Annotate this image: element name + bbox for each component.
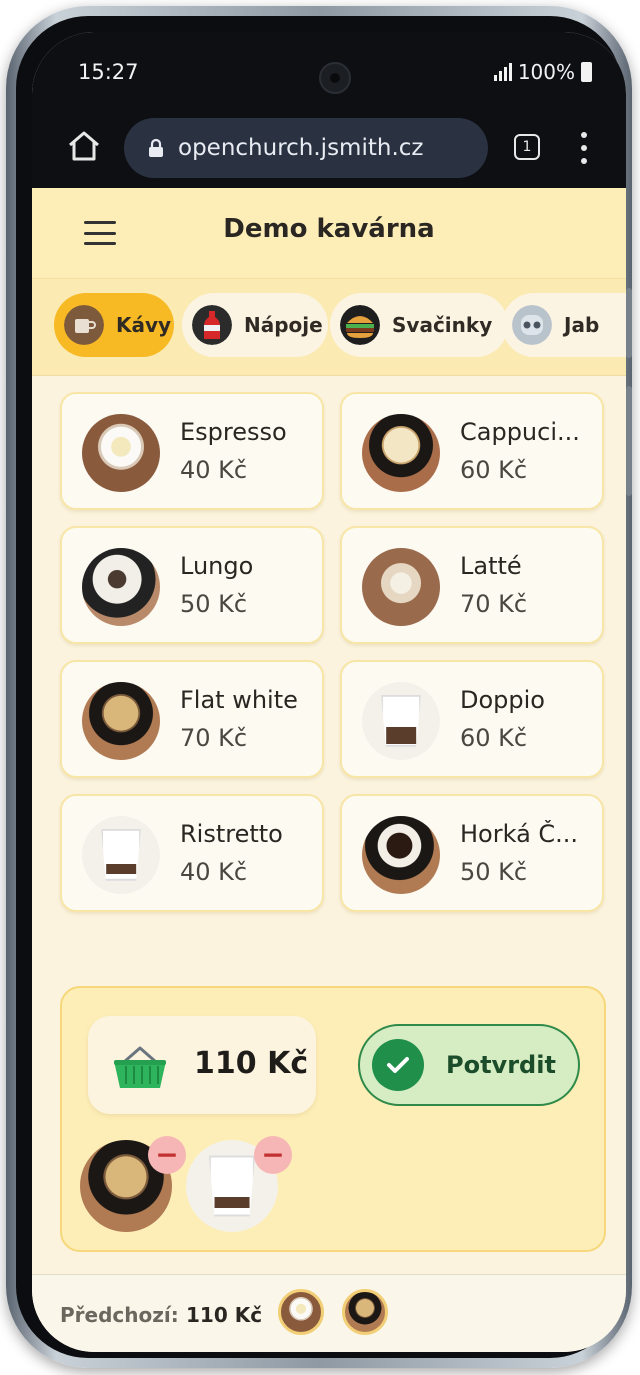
volume-button — [626, 288, 632, 358]
product-name: Ristretto — [180, 820, 283, 848]
cart-total: 110 Kč — [88, 1016, 316, 1114]
power-button — [626, 386, 632, 496]
product-price: 50 Kč — [460, 858, 528, 886]
product-card[interactable]: Latté 70 Kč — [340, 526, 604, 644]
product-card[interactable]: Cappuci... 60 Kč — [340, 392, 604, 510]
flat-white-photo — [82, 682, 160, 760]
product-name: Cappuci... — [460, 418, 580, 446]
checkmark-icon — [372, 1039, 424, 1091]
product-price: 60 Kč — [460, 724, 528, 752]
page-title: Demo kavárna — [223, 214, 435, 244]
doppio-photo — [362, 682, 440, 760]
cart-total-amount: 110 Kč — [194, 1046, 309, 1081]
product-price: 40 Kč — [180, 858, 248, 886]
tab-jab[interactable]: Jab — [502, 293, 626, 357]
latte-photo — [362, 548, 440, 626]
cappuccino-photo — [362, 414, 440, 492]
category-tabs: Kávy Nápoje Svačinky Jab — [32, 278, 626, 376]
previous-item-espresso[interactable] — [278, 1289, 324, 1335]
more-menu-icon[interactable] — [580, 132, 588, 164]
status-bar: 15:27 100% — [32, 32, 626, 118]
product-price: 40 Kč — [180, 456, 248, 484]
previous-amount: 110 Kč — [186, 1303, 263, 1327]
previous-order-bar: Předchozí: 110 Kč — [32, 1274, 626, 1352]
product-card[interactable]: Lungo 50 Kč — [60, 526, 324, 644]
robot-icon — [512, 305, 552, 345]
previous-label: Předchozí: — [60, 1303, 179, 1327]
product-card[interactable]: Espresso 40 Kč — [60, 392, 324, 510]
lock-icon — [149, 138, 163, 157]
soda-bottle-icon — [192, 305, 232, 345]
front-camera — [319, 62, 351, 94]
phone-frame: 15:27 100% openchurch.jsmith.cz 1 Demo k… — [6, 6, 632, 1368]
hot-chocolate-photo — [362, 816, 440, 894]
cart-item-flat-white: − — [80, 1136, 186, 1232]
status-time: 15:27 — [78, 60, 139, 84]
product-card[interactable]: Doppio 60 Kč — [340, 660, 604, 778]
tab-switcher-button[interactable]: 1 — [514, 134, 540, 160]
address-bar[interactable]: openchurch.jsmith.cz — [124, 118, 488, 178]
url-text: openchurch.jsmith.cz — [178, 135, 424, 161]
espresso-photo — [82, 414, 160, 492]
confirm-button[interactable]: Potvrdit — [358, 1024, 580, 1106]
tab-label: Svačinky — [392, 313, 493, 337]
previous-item-flat-white[interactable] — [342, 1289, 388, 1335]
burger-icon — [340, 305, 380, 345]
screen: 15:27 100% openchurch.jsmith.cz 1 Demo k… — [32, 32, 626, 1352]
ristretto-photo — [82, 816, 160, 894]
lungo-photo — [82, 548, 160, 626]
product-name: Doppio — [460, 686, 545, 714]
cart-panel: 110 Kč Potvrdit − − — [60, 986, 606, 1252]
cart-item-ristretto: − — [186, 1136, 292, 1232]
tab-label: Jab — [564, 313, 600, 337]
product-price: 60 Kč — [460, 456, 528, 484]
status-indicators: 100% — [493, 60, 592, 84]
tab-kavy[interactable]: Kávy — [54, 293, 174, 357]
tab-svacinky[interactable]: Svačinky — [330, 293, 508, 357]
product-name: Latté — [460, 552, 522, 580]
confirm-label: Potvrdit — [446, 1051, 556, 1079]
product-name: Lungo — [180, 552, 254, 580]
signal-icon — [493, 63, 512, 81]
remove-item-button[interactable]: − — [254, 1136, 292, 1174]
app-header: Demo kavárna — [32, 188, 626, 278]
product-name: Flat white — [180, 686, 298, 714]
product-name: Espresso — [180, 418, 287, 446]
product-price: 70 Kč — [180, 724, 248, 752]
product-card[interactable]: Ristretto 40 Kč — [60, 794, 324, 912]
phone-bezel: 15:27 100% openchurch.jsmith.cz 1 Demo k… — [16, 16, 626, 1358]
coffee-cup-icon — [64, 305, 104, 345]
product-name: Horká Č... — [460, 820, 579, 848]
tab-label: Kávy — [116, 313, 172, 337]
tab-label: Nápoje — [244, 313, 323, 337]
battery-icon — [581, 62, 592, 82]
tab-napoje[interactable]: Nápoje — [182, 293, 328, 357]
product-price: 70 Kč — [460, 590, 528, 618]
product-card[interactable]: Flat white 70 Kč — [60, 660, 324, 778]
home-icon[interactable] — [66, 128, 102, 164]
battery-level: 100% — [517, 60, 575, 84]
basket-icon — [114, 1046, 166, 1088]
product-card[interactable]: Horká Č... 50 Kč — [340, 794, 604, 912]
browser-toolbar: openchurch.jsmith.cz 1 — [32, 118, 626, 188]
product-price: 50 Kč — [180, 590, 248, 618]
remove-item-button[interactable]: − — [148, 1136, 186, 1174]
